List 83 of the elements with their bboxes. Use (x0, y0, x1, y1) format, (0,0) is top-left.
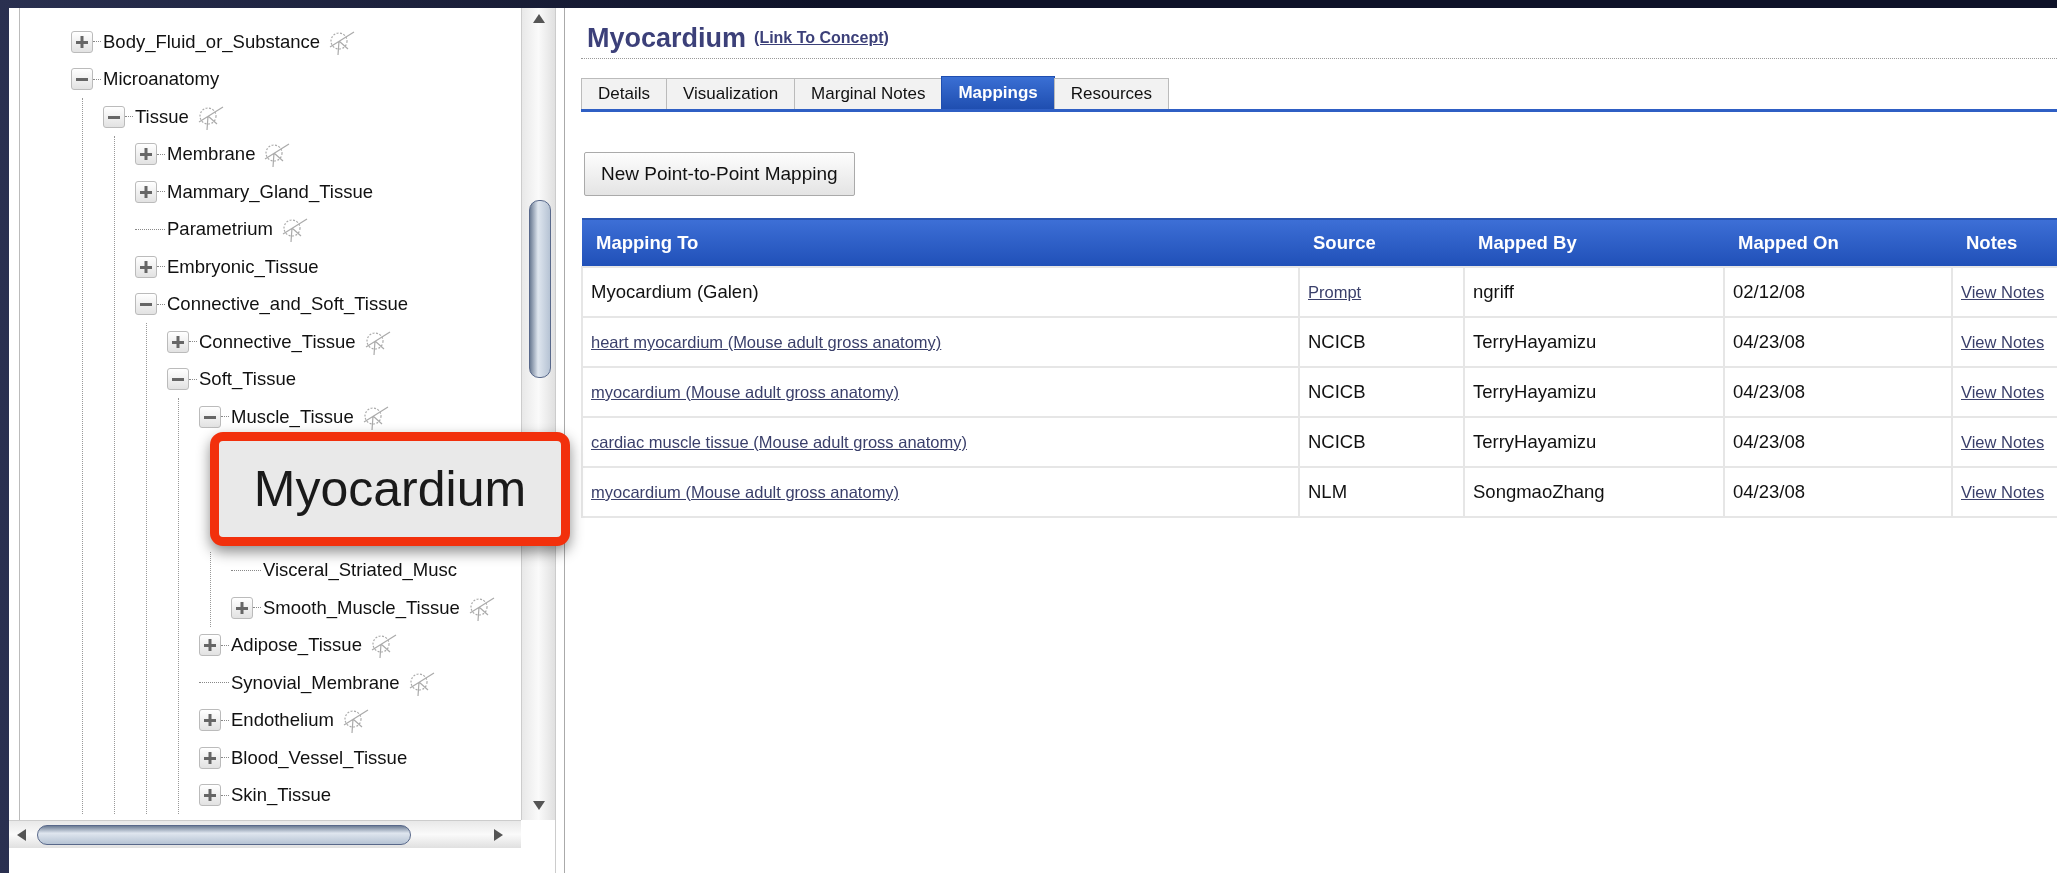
table-cell: 04/23/08 (1724, 367, 1952, 417)
table-cell: 02/12/08 (1724, 267, 1952, 317)
expand-button[interactable] (199, 634, 221, 657)
table-cell: 04/23/08 (1724, 467, 1952, 517)
table-link[interactable]: Prompt (1308, 283, 1362, 301)
plus-icon (76, 35, 88, 48)
expand-button[interactable] (135, 255, 157, 278)
collapse-button[interactable] (167, 368, 189, 391)
expand-button[interactable] (199, 709, 221, 732)
scroll-left-icon[interactable] (17, 829, 26, 841)
tree-item[interactable]: Smooth_Muscle_Tissue (261, 596, 462, 619)
tab[interactable]: Resources (1053, 78, 1170, 109)
collapse-button[interactable] (103, 105, 125, 128)
collapse-button[interactable] (135, 293, 157, 316)
plus-icon (204, 789, 216, 802)
column-header: Mapped By (1464, 219, 1724, 267)
callout-label: Myocardium (210, 432, 570, 546)
expand-button[interactable] (231, 596, 253, 619)
plus-icon (204, 639, 216, 652)
tree-item[interactable]: Connective_and_Soft_Tissue (165, 293, 410, 316)
tree-item[interactable]: Tissue (133, 105, 191, 128)
table-cell: NLM (1299, 467, 1464, 517)
table-cell: 04/23/08 (1724, 417, 1952, 467)
concept-title: Myocardium (587, 22, 747, 54)
tree-item[interactable]: Skin_Tissue (229, 784, 334, 807)
tab[interactable]: Details (581, 78, 667, 109)
table-cell: TerryHayamizu (1464, 317, 1724, 367)
column-header: Source (1299, 219, 1464, 267)
collapse-button[interactable] (71, 68, 93, 91)
tree-item[interactable]: Membrane (165, 143, 258, 166)
plus-icon (140, 148, 152, 161)
tree-item[interactable]: Blood_Vessel_Tissue (229, 746, 410, 769)
column-header: Mapping To (582, 219, 1299, 267)
expand-button[interactable] (199, 746, 221, 769)
column-header: Mapped On (1724, 219, 1952, 267)
plus-icon (204, 751, 216, 764)
tree-item[interactable]: Body_Fluid_or_Substance (101, 30, 322, 53)
table-link[interactable]: myocardium (Mouse adult gross anatomy) (591, 383, 900, 401)
tree-item[interactable]: Endothelium (229, 709, 336, 732)
scrollbar-thumb[interactable] (37, 825, 411, 845)
plus-icon (236, 601, 248, 614)
concept-link[interactable]: (Link To Concept) (754, 29, 889, 47)
table-cell: NCICB (1299, 417, 1464, 467)
tree-item[interactable]: Mammary_Gland_Tissue (165, 180, 375, 203)
tree-item[interactable]: Visceral_Striated_Musc (261, 559, 459, 582)
tree-item[interactable]: Soft_Tissue (197, 368, 298, 391)
expand-button[interactable] (167, 330, 189, 353)
tab[interactable]: Marginal Notes (794, 78, 943, 109)
plus-icon (204, 714, 216, 727)
table-cell: ngriff (1464, 267, 1724, 317)
tree-item[interactable]: Microanatomy (101, 68, 222, 91)
tab[interactable]: Mappings (941, 76, 1055, 109)
tree-item[interactable]: Parametrium (165, 218, 275, 241)
table-cell: TerryHayamizu (1464, 367, 1724, 417)
tree-item[interactable]: Embryonic_Tissue (165, 255, 321, 278)
table-cell: Myocardium (Galen) (582, 267, 1299, 317)
tree-item[interactable]: Connective_Tissue (197, 330, 358, 353)
table-cell: 04/23/08 (1724, 317, 1952, 367)
scroll-right-icon[interactable] (494, 829, 503, 841)
scroll-down-icon[interactable] (533, 801, 545, 810)
new-mapping-button[interactable]: New Point-to-Point Mapping (584, 152, 855, 196)
plus-icon (140, 185, 152, 198)
table-cell: SongmaoZhang (1464, 467, 1724, 517)
table-link[interactable]: myocardium (Mouse adult gross anatomy) (591, 483, 900, 501)
expand-button[interactable] (199, 784, 221, 807)
table-cell: TerryHayamizu (1464, 417, 1724, 467)
plus-icon (172, 335, 184, 348)
tab[interactable]: Visualization (665, 78, 796, 109)
table-cell: NCICB (1299, 317, 1464, 367)
plus-icon (140, 260, 152, 273)
scroll-up-icon[interactable] (533, 14, 545, 23)
table-cell: NCICB (1299, 367, 1464, 417)
table-link[interactable]: heart myocardium (Mouse adult gross anatomy) (591, 333, 942, 351)
scrollbar-thumb[interactable] (529, 200, 551, 378)
expand-button[interactable] (135, 143, 157, 166)
collapse-button[interactable] (199, 405, 221, 428)
tree-item[interactable]: Synovial_Membrane (229, 671, 402, 694)
tree-item[interactable]: Adipose_Tissue (229, 634, 364, 657)
expand-button[interactable] (135, 180, 157, 203)
table-link[interactable]: cardiac muscle tissue (Mouse adult gross anatomy) (591, 433, 967, 451)
expand-button[interactable] (71, 30, 93, 53)
tree-item[interactable]: Muscle_Tissue (229, 405, 356, 428)
column-header: Notes (1952, 219, 2057, 267)
